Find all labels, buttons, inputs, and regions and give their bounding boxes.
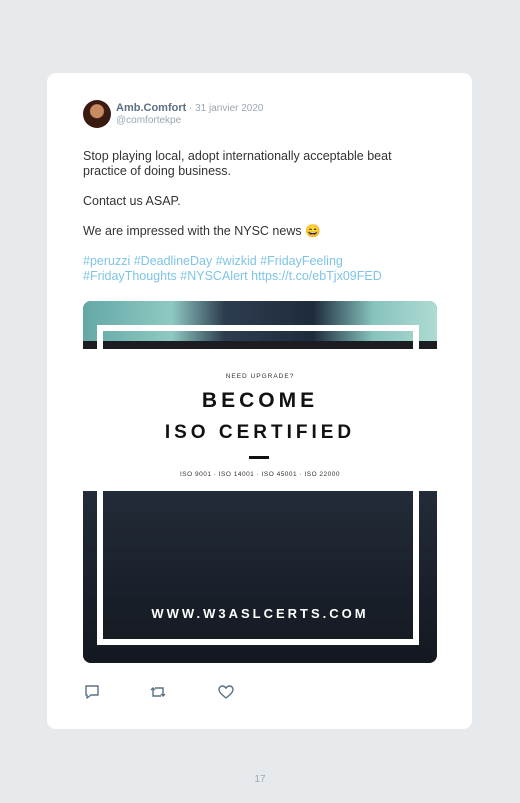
handle[interactable]: @comfortekpe: [116, 115, 181, 126]
promo-band: NEED UPGRADE? BECOME ISO CERTIFIED ISO 9…: [83, 349, 437, 491]
divider: [249, 456, 269, 459]
page-number: 17: [254, 774, 266, 785]
promo-headline: ISO CERTIFIED: [164, 422, 356, 443]
promo-kicker: NEED UPGRADE?: [225, 373, 295, 380]
tweet-media-image[interactable]: NEED UPGRADE? BECOME ISO CERTIFIED ISO 9…: [83, 301, 437, 663]
promo-headline: BECOME: [201, 389, 319, 412]
hashtags-link-text[interactable]: #peruzzi #DeadlineDay #wizkid #FridayFee…: [83, 254, 428, 284]
tweet-date[interactable]: · 31 janvier 2020: [189, 103, 264, 114]
tweet-actions: [83, 683, 283, 701]
iso-standards: ISO 9001 · ISO 14001 · ISO 45001 · ISO 2…: [179, 471, 341, 478]
tweet-text-paragraph: Contact us ASAP.: [83, 194, 181, 208]
avatar[interactable]: [83, 100, 111, 128]
display-name[interactable]: Amb.Comfort: [116, 102, 186, 114]
tweet-text-paragraph: Stop playing local, adopt internationall…: [83, 149, 392, 178]
tweet-text-paragraph: We are impressed with the NYSC news 😄: [83, 224, 321, 238]
website-text: WWW.W3ASLCERTS.COM: [151, 606, 369, 621]
retweet-icon[interactable]: [149, 683, 167, 701]
like-icon[interactable]: [217, 683, 235, 701]
tweet-card: Amb.Comfort · 31 janvier 2020 @comfortek…: [47, 73, 472, 729]
reply-icon[interactable]: [83, 683, 101, 701]
